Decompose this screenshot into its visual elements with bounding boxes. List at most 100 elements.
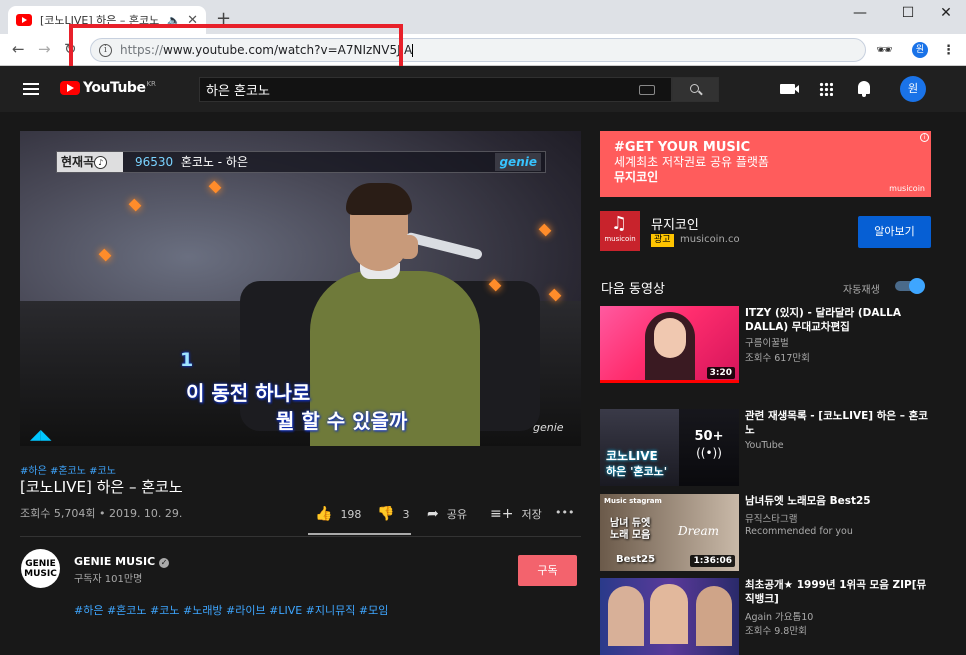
view-count-date: 조회수 5,704회 • 2019. 10. 29. [20, 507, 183, 520]
recommendation-item[interactable]: 3:20 ITZY (있지) - 달라달라 (DALLA DALLA) 무대교차… [600, 306, 940, 384]
youtube-logo[interactable]: YouTube KR [60, 80, 156, 96]
ad-learn-more-button[interactable]: 알아보기 [858, 216, 931, 248]
keyboard-icon[interactable] [639, 84, 655, 95]
video-player[interactable]: 현재곡 ♪ 96530 혼코노 - 하은 genie 1 이 동전 하나로 뭘 할… [20, 131, 581, 446]
maximize-button[interactable]: ☐ [888, 2, 928, 26]
advertiser-logo[interactable]: musicoin [600, 211, 640, 251]
apps-icon[interactable] [819, 82, 833, 96]
channel-avatar[interactable]: GENIE MUSIC [21, 549, 60, 588]
browser-menu-icon[interactable]: ⋮ [942, 43, 955, 58]
url-text[interactable]: https://www.youtube.com/watch?v=A7NIzNV5… [120, 43, 414, 57]
ad-badge: 광고 [651, 234, 674, 247]
share-button[interactable]: ➦ 공유 [427, 506, 467, 522]
subscribe-button[interactable]: 구독 [518, 555, 577, 586]
advertiser-name[interactable]: 뮤지코인 [651, 214, 699, 233]
recommendation-item[interactable]: 코노LIVE 하은 '혼코노' 50+ ((•)) 관련 재생목록 - [코노L… [600, 409, 940, 487]
genie-watermark: genie [533, 421, 564, 434]
lyric-line-1: 이 동전 하나로 [186, 381, 311, 405]
info-icon[interactable]: i [99, 43, 112, 57]
ad-domain: musicoin.co [680, 234, 740, 245]
tab-title: [코노LIVE] 하은 – 혼코노 [40, 14, 160, 27]
verified-check-icon: ✓ [159, 558, 170, 568]
youtube-favicon-icon [16, 14, 32, 26]
lyric-line-2: 뭘 할 수 있을까 [276, 409, 408, 433]
create-video-icon[interactable] [780, 84, 799, 94]
video-thumbnail[interactable]: Music stagram 남녀 듀엣 노래 모음 Best25 Dream 1… [600, 494, 739, 571]
video-frame-singer-hand [398, 235, 418, 259]
video-frame-light [98, 248, 112, 262]
video-title: [코노LIVE] 하은 – 혼코노 [20, 478, 183, 496]
share-arrow-icon: ➦ [427, 506, 439, 522]
playlist-overlay: 50+ ((•)) [679, 409, 739, 486]
genie-brand-label: genie [495, 153, 541, 171]
up-next-heading: 다음 동영상 [601, 282, 665, 297]
speaker-icon[interactable]: 🔈 [167, 14, 181, 27]
recommendation-channel[interactable]: YouTube [745, 440, 784, 451]
video-duration: 1:36:06 [690, 555, 735, 567]
browser-tab[interactable]: [코노LIVE] 하은 – 혼코노 🔈 ✕ [8, 6, 206, 34]
incognito-extension-icon[interactable]: 🕶 [876, 43, 893, 58]
description-hashtags[interactable]: #하은 #혼코노 #코노 #노래방 #라이브 #LIVE #지니뮤직 #모임 [74, 602, 388, 618]
browser-tab-bar: [코노LIVE] 하은 – 혼코노 🔈 ✕ + — ☐ ✕ [0, 0, 966, 34]
autoplay-toggle[interactable] [895, 278, 925, 294]
video-frame-light [208, 180, 222, 194]
youtube-header: YouTube KR 하은 혼코노 원 [0, 66, 966, 112]
address-bar[interactable]: i https://www.youtube.com/watch?v=A7NIzN… [90, 38, 866, 62]
search-button[interactable] [672, 77, 719, 102]
recommendation-item[interactable]: 최초공개★ 1999년 1위곡 모음 ZIP[뮤직뱅크] Again 가요톱10… [600, 578, 940, 655]
minimize-button[interactable]: — [840, 2, 880, 26]
forward-arrow-icon[interactable]: → [38, 40, 51, 58]
close-tab-icon[interactable]: ✕ [187, 13, 198, 28]
recommendation-title[interactable]: 최초공개★ 1999년 1위곡 모음 ZIP[뮤직뱅크] [745, 578, 935, 606]
dislike-button[interactable]: 👎 3 [377, 506, 409, 522]
recommendation-title[interactable]: 남녀듀엣 노래모음 Best25 [745, 494, 935, 508]
thumbs-down-icon: 👎 [377, 506, 395, 522]
thumbnail-caption: Best25 [616, 554, 656, 565]
music-note-icon: ♪ [94, 156, 108, 169]
recommendation-channel[interactable]: 뮤직스타그램 [745, 511, 797, 525]
ad-banner-brand: musicoin [889, 184, 925, 193]
notifications-bell-icon[interactable] [858, 81, 870, 97]
search-icon [690, 84, 699, 93]
thumbnail-caption: Music stagram [604, 497, 662, 505]
recommendation-item[interactable]: Music stagram 남녀 듀엣 노래 모음 Best25 Dream 1… [600, 494, 940, 572]
recommendation-channel[interactable]: 구름이꿀벌 [745, 335, 789, 349]
corner-logo-icon: ◢◣ [30, 427, 52, 443]
more-actions-button[interactable]: ••• [555, 506, 574, 519]
lyric-number: 1 [180, 349, 194, 371]
channel-name[interactable]: GENIE MUSIC ✓ [74, 555, 170, 568]
ad-info-icon[interactable]: i [920, 133, 929, 142]
menu-icon[interactable] [23, 83, 39, 95]
video-thumbnail[interactable]: 3:20 [600, 306, 739, 383]
recommendation-channel[interactable]: Again 가요톱10 [745, 609, 813, 623]
playlist-thumbnail[interactable]: 코노LIVE 하은 '혼코노' 50+ ((•)) [600, 409, 739, 486]
video-tags[interactable]: #하은 #혼코노 #코노 [20, 462, 116, 477]
video-thumbnail[interactable] [600, 578, 739, 655]
karaoke-song-bar: 현재곡 ♪ 96530 혼코노 - 하은 genie [56, 151, 546, 173]
video-frame-light [128, 198, 142, 212]
browser-toolbar: ← → ↻ i https://www.youtube.com/watch?v=… [0, 34, 966, 66]
sentiment-bar [308, 533, 411, 535]
browser-profile-avatar[interactable]: 원 [912, 42, 928, 58]
new-tab-button[interactable]: + [216, 8, 231, 29]
save-button[interactable]: ≡+ 저장 [490, 506, 542, 522]
recommendation-title[interactable]: 관련 재생목록 - [코노LIVE] 하은 – 혼코노 [745, 409, 935, 437]
recommendation-title[interactable]: ITZY (있지) - 달라달라 (DALLA DALLA) 무대교차편집 [745, 306, 935, 334]
like-button[interactable]: 👍 198 [315, 506, 361, 522]
video-duration: 3:20 [706, 367, 735, 379]
ad-banner[interactable]: #GET YOUR MUSIC 세계최초 저작권료 공유 플랫폼 뮤지코인 i … [600, 131, 931, 197]
recommendation-views: 조회수 617만회 [745, 353, 810, 364]
video-frame-light [548, 288, 562, 302]
thumbnail-caption: 하은 '혼코노' [606, 465, 668, 478]
reload-icon[interactable]: ↻ [64, 40, 77, 58]
divider [20, 536, 581, 537]
thumbs-up-icon: 👍 [315, 506, 333, 522]
video-frame-singer-hair [346, 183, 412, 215]
account-avatar[interactable]: 원 [900, 76, 926, 102]
thumbnail-caption: 코노LIVE [606, 449, 658, 463]
video-frame-light [538, 223, 552, 237]
close-window-button[interactable]: ✕ [926, 2, 966, 26]
toggle-knob [909, 278, 925, 294]
search-input[interactable]: 하은 혼코노 [199, 77, 672, 102]
back-arrow-icon[interactable]: ← [12, 40, 25, 58]
